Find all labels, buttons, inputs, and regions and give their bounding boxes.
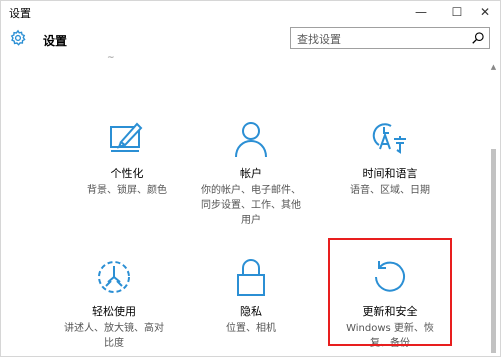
page-title: 设置 <box>43 34 68 48</box>
tile-title: 个性化 <box>110 167 144 180</box>
tile-description: 背景、锁屏、颜色 <box>87 185 167 196</box>
tile-ease-of-access[interactable]: 轻松使用 讲述人、放大镜、高对 比度 <box>54 257 174 351</box>
partial-text: ~ <box>107 53 115 63</box>
scroll-up-icon[interactable]: ▲ <box>489 63 498 72</box>
title-bar: 设置 — ☐ ✕ <box>1 1 500 23</box>
tile-description: 讲述人、放大镜、高对 比度 <box>64 323 164 349</box>
tile-title: 时间和语言 <box>362 167 418 180</box>
search-icon[interactable] <box>471 31 485 45</box>
scrollbar-thumb[interactable] <box>491 149 496 353</box>
account-icon <box>235 122 267 158</box>
scrollbar[interactable]: ▲ <box>489 63 498 353</box>
tile-description: 你的帐户、电子邮件、 同步设置、工作、其他 用户 <box>201 185 301 226</box>
tile-personalization[interactable]: 个性化 背景、锁屏、颜色 <box>67 119 187 198</box>
privacy-icon <box>237 259 265 296</box>
tile-description: 位置、相机 <box>226 323 276 334</box>
tile-privacy[interactable]: 隐私 位置、相机 <box>191 257 311 336</box>
tile-account[interactable]: 帐户 你的帐户、电子邮件、 同步设置、工作、其他 用户 <box>191 119 311 228</box>
window-title: 设置 <box>9 7 31 20</box>
ease-of-access-icon <box>98 261 130 293</box>
tile-time-language[interactable]: 时间和语言 语音、区域、日期 <box>330 119 450 198</box>
tile-title: 隐私 <box>240 305 262 318</box>
time-language-icon <box>372 123 406 154</box>
minimize-button[interactable]: — <box>403 1 439 23</box>
tile-title: 轻松使用 <box>92 305 136 318</box>
personalization-icon <box>110 122 143 152</box>
gear-icon[interactable] <box>9 29 27 47</box>
tile-description: 语音、区域、日期 <box>350 185 430 196</box>
search-box[interactable] <box>290 27 490 50</box>
tile-title: 帐户 <box>240 167 262 180</box>
search-input[interactable] <box>291 29 473 50</box>
highlight-box <box>328 238 452 346</box>
close-button[interactable]: ✕ <box>467 1 501 23</box>
